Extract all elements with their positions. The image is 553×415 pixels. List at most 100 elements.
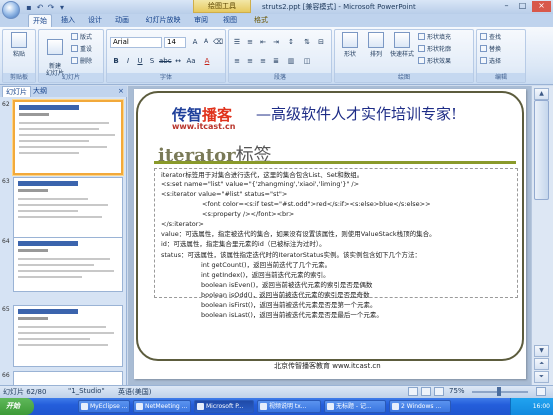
method-line: boolean isOdd()，返回当前被迭代元素的索引是否是奇数	[201, 291, 370, 299]
ribbon-tab-row	[0, 14, 553, 28]
taskbar-button[interactable]: NetMeeting ...	[133, 400, 191, 413]
italic-icon[interactable]: I	[123, 56, 133, 66]
grow-font-icon[interactable]: A	[190, 37, 200, 47]
tab-outline[interactable]: 大纲	[30, 86, 50, 97]
smartart-icon[interactable]: ◫	[302, 56, 312, 66]
code-line: <font color=<s:if test="#st.odd">red</s:…	[202, 200, 431, 208]
save-icon[interactable]: ▪	[24, 3, 34, 12]
reset-button[interactable]: 重设	[71, 45, 92, 55]
char-spacing-icon[interactable]: ↔	[173, 56, 183, 66]
font-color-icon[interactable]: A	[202, 56, 212, 66]
shape-outline-label: 形状轮廓	[427, 46, 452, 53]
slide-number: 62	[2, 101, 10, 108]
notepad-icon	[327, 403, 334, 410]
slide-thumbnail-64[interactable]	[13, 237, 123, 292]
justify-icon[interactable]: ≣	[271, 56, 281, 66]
scroll-thumb[interactable]	[534, 100, 549, 200]
shape-outline-button[interactable]: 形状轮廓	[418, 45, 451, 55]
find-button[interactable]: 查找	[480, 33, 501, 43]
tab-format[interactable]: 格式	[250, 14, 272, 27]
taskbar-button-label: Microsoft P...	[206, 403, 244, 410]
scroll-down-icon[interactable]: ▼	[534, 345, 549, 357]
align-center-icon[interactable]: ≡	[245, 56, 255, 66]
align-left-icon[interactable]: ≡	[232, 56, 242, 66]
paste-label: 粘贴	[12, 51, 25, 58]
redo-icon[interactable]: ↷	[46, 3, 56, 12]
tab-animations[interactable]: 动画	[111, 14, 133, 27]
quick-styles-label: 快速样式	[389, 51, 414, 58]
slide-thumbnail-62[interactable]	[13, 100, 123, 175]
align-right-icon[interactable]: ≡	[258, 56, 268, 66]
body-line: id：可选属性，指定集合里元素的id（已被标注为过时）。	[161, 240, 326, 248]
select-button[interactable]: 选择	[480, 57, 501, 67]
shape-effects-label: 形状效果	[427, 58, 452, 65]
new-slide-button[interactable]: 新建 幻灯片	[42, 32, 68, 77]
quick-styles-button[interactable]: 快速样式	[388, 32, 416, 58]
taskbar-button[interactable]: 无标题 - 记...	[324, 400, 386, 413]
replace-button[interactable]: 替换	[480, 45, 501, 55]
paste-button[interactable]: 粘贴	[6, 32, 32, 58]
next-slide-icon[interactable]: ⏷	[534, 371, 549, 383]
taskbar-button[interactable]: 2 Windows ...	[389, 400, 451, 413]
delete-slide-button[interactable]: 删除	[71, 57, 92, 67]
tab-review[interactable]: 审阅	[190, 14, 212, 27]
language-indicator[interactable]: 英语(美国)	[118, 387, 151, 397]
close-button[interactable]: ×	[532, 1, 551, 12]
shape-effects-button[interactable]: 形状效果	[418, 57, 451, 67]
strikethrough-icon[interactable]: abc	[159, 56, 172, 66]
find-label: 查找	[489, 34, 502, 41]
slide-thumbnail-66[interactable]	[13, 371, 123, 385]
numbering-icon[interactable]: ≡	[245, 37, 255, 47]
tab-home[interactable]: 开始	[28, 14, 52, 27]
decrease-indent-icon[interactable]: ⇤	[258, 37, 268, 47]
office-button[interactable]	[2, 1, 20, 19]
tab-view[interactable]: 视图	[219, 14, 241, 27]
bold-icon[interactable]: B	[111, 56, 121, 66]
theme-name[interactable]: "1_Studio"	[68, 387, 105, 395]
bullets-icon[interactable]: ☰	[232, 37, 242, 47]
taskbar-button[interactable]: MyEclipse ...	[78, 400, 130, 413]
tab-design[interactable]: 设计	[84, 14, 106, 27]
clear-format-icon[interactable]: ⌫	[213, 37, 223, 47]
previous-slide-icon[interactable]: ⏶	[534, 358, 549, 370]
scroll-up-icon[interactable]: ▲	[534, 88, 549, 100]
start-button[interactable]: 开始	[0, 398, 34, 415]
normal-view-icon[interactable]	[408, 387, 418, 396]
align-text-icon[interactable]: ⊟	[316, 37, 326, 47]
layout-button[interactable]: 版式	[71, 33, 92, 43]
maximize-button[interactable]: □	[515, 1, 530, 12]
font-size-combo[interactable]: 14	[164, 37, 186, 48]
tab-slideshow[interactable]: 幻灯片放映	[140, 14, 186, 27]
logo-url: www.itcast.cn	[172, 122, 236, 131]
arrange-button[interactable]: 排列	[364, 32, 388, 58]
shrink-font-icon[interactable]: A	[201, 37, 211, 47]
taskbar-button[interactable]: Microsoft P...	[194, 400, 254, 413]
close-pane-icon[interactable]: ×	[118, 86, 126, 97]
shadow-icon[interactable]: S	[147, 56, 157, 66]
clock[interactable]: 16:00	[533, 403, 550, 410]
text-direction-icon[interactable]: ⇅	[302, 37, 312, 47]
undo-icon[interactable]: ↶	[35, 3, 45, 12]
zoom-level[interactable]: 75%	[449, 387, 465, 395]
customize-qat-icon[interactable]: ▾	[57, 3, 67, 12]
font-name-combo[interactable]: Arial	[110, 37, 162, 48]
line-spacing-icon[interactable]: ↕	[286, 37, 296, 47]
minimize-button[interactable]: –	[499, 1, 514, 12]
code-line: <s:property /></font><br>	[202, 210, 295, 218]
zoom-slider-knob[interactable]	[497, 387, 501, 396]
shapes-button[interactable]: 形状	[338, 32, 362, 58]
delete-icon	[71, 57, 78, 64]
underline-icon[interactable]: U	[135, 56, 145, 66]
slide-sorter-view-icon[interactable]	[421, 387, 431, 396]
taskbar-button[interactable]: 视频说明 tx...	[257, 400, 321, 413]
body-line: value：可选属性，指定被迭代的集合，如果没有设置该属性，则使用ValueSt…	[161, 230, 436, 238]
slideshow-view-icon[interactable]	[434, 387, 444, 396]
tab-insert[interactable]: 插入	[57, 14, 79, 27]
columns-icon[interactable]: ▥	[286, 56, 296, 66]
increase-indent-icon[interactable]: ⇥	[271, 37, 281, 47]
shape-fill-button[interactable]: 形状填充	[418, 33, 451, 43]
fit-to-window-icon[interactable]	[536, 387, 546, 396]
slide-thumbnail-65[interactable]	[13, 305, 123, 367]
change-case-icon[interactable]: Aa	[186, 56, 196, 66]
tab-slides[interactable]: 幻灯片	[2, 86, 31, 97]
